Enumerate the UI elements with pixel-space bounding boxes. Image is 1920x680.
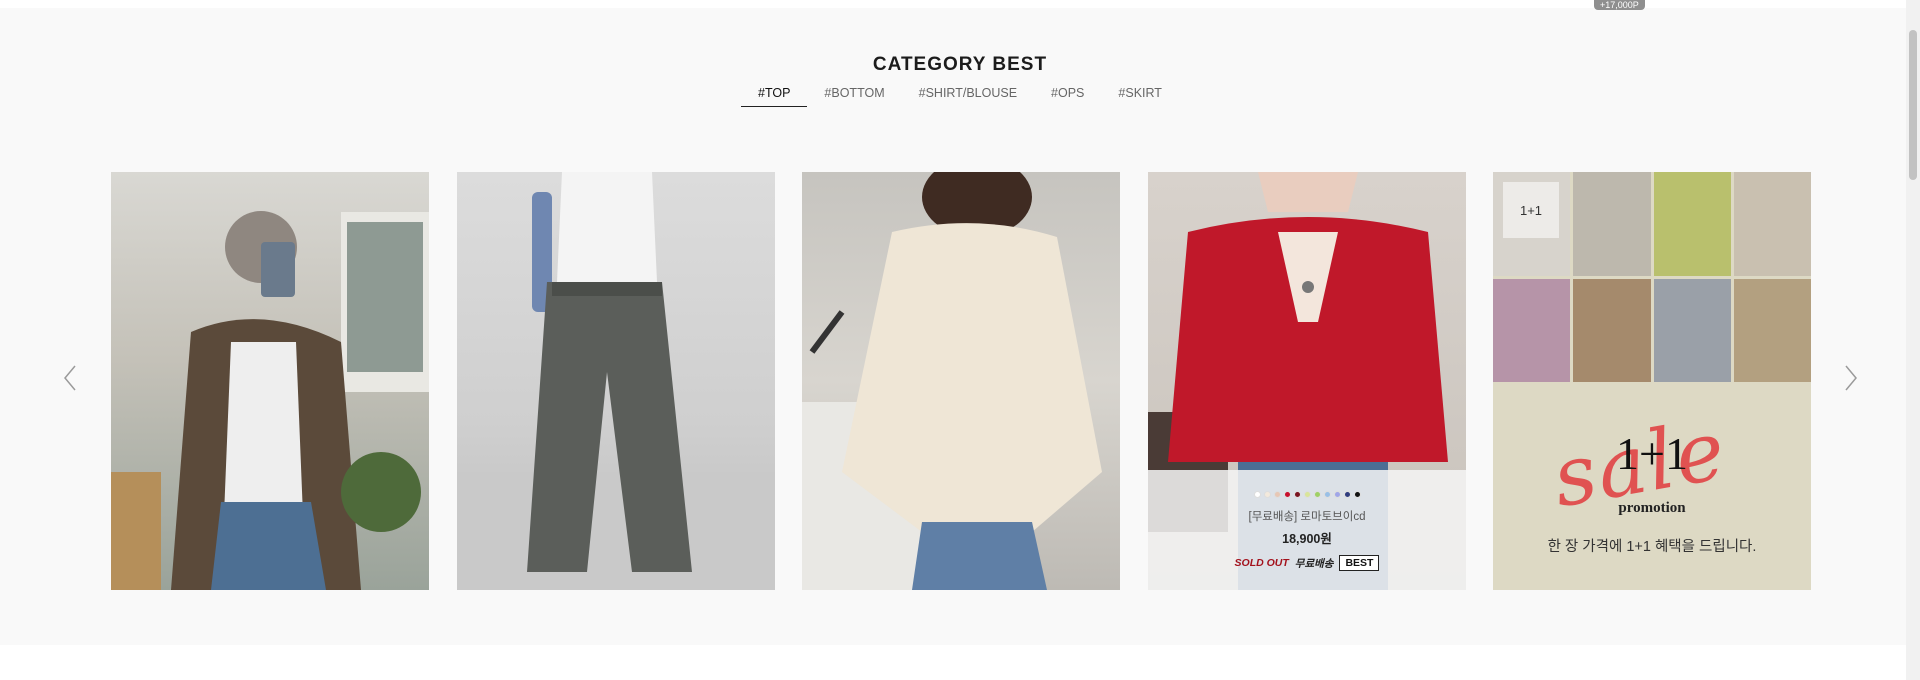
promotion-thumbnail-grid: 1+1 [1493,172,1811,382]
product-card-2[interactable] [457,172,775,590]
color-swatch[interactable] [1343,491,1351,498]
one-plus-one-tag: 1+1 [1503,182,1559,238]
promotion-subtitle: promotion [1618,500,1686,516]
carousel-next-button[interactable] [1843,363,1859,393]
product-card-1[interactable] [111,172,429,590]
chevron-right-icon [1845,365,1857,391]
promo-thumbnail [1653,278,1731,382]
tab-bottom[interactable]: #BOTTOM [807,84,901,106]
product-card-4[interactable]: [무료배송] 로마토브이cd 18,900원 SOLD OUT 무료배송 BES… [1148,172,1466,590]
color-swatch[interactable] [1303,491,1311,498]
section-title: CATEGORY BEST [872,54,1048,75]
tab-top[interactable]: #TOP [741,84,808,107]
tab-ops[interactable]: #OPS [1034,84,1101,106]
points-badge: +17,000P [1594,0,1645,10]
cable-knit-photo [802,172,1102,590]
scrollbar-thumb[interactable] [1909,30,1917,180]
product-name[interactable]: [무료배송] 로마토브이cd [1148,508,1466,524]
product-badges: SOLD OUT 무료배송 BEST [1148,555,1466,571]
color-swatch[interactable] [1333,491,1341,498]
promo-thumbnail [1733,278,1811,382]
color-swatch[interactable] [1313,491,1321,498]
product-card-3[interactable] [802,172,1120,590]
promo-thumbnail [1573,278,1651,382]
color-swatch[interactable] [1253,491,1261,498]
page-scrollbar[interactable] [1906,0,1920,680]
color-swatch[interactable] [1323,491,1331,498]
color-swatches [1148,491,1466,501]
carousel-prev-button[interactable] [62,363,78,393]
promo-thumbnail: 1+1 [1493,172,1571,276]
color-swatch[interactable] [1353,491,1361,498]
color-swatch[interactable] [1283,491,1291,498]
product-info-overlay: [무료배송] 로마토브이cd 18,900원 SOLD OUT 무료배송 BES… [1148,470,1466,590]
chevron-left-icon [64,365,76,391]
wide-pants-photo [457,172,775,590]
promotion-headline: 1+1 [1616,428,1688,479]
promo-thumbnail [1493,278,1571,382]
color-swatch[interactable] [1263,491,1271,498]
best-badge: BEST [1339,555,1380,571]
color-swatch[interactable] [1293,491,1301,498]
promo-thumbnail [1733,172,1811,276]
product-price: 18,900원 [1282,532,1332,546]
category-best-section: CATEGORY BEST #TOP #BOTTOM #SHIRT/BLOUSE… [0,8,1920,645]
promo-thumbnail [1573,172,1651,276]
plaid-shirt-photo [111,211,429,590]
free-shipping-badge: 무료배송 [1294,557,1334,570]
category-tabs: #TOP #BOTTOM #SHIRT/BLOUSE #OPS #SKIRT [741,84,1179,108]
tab-skirt[interactable]: #SKIRT [1101,84,1179,106]
color-swatch[interactable] [1273,491,1281,498]
sold-out-badge: SOLD OUT [1234,557,1289,569]
promotion-description: 한 장 가격에 1+1 혜택을 드립니다. [1547,539,1757,555]
promo-thumbnail [1653,172,1731,276]
tab-shirt-blouse[interactable]: #SHIRT/BLOUSE [902,84,1034,106]
promotion-banner[interactable]: 1+1 sale 1+1 promotion 한 장 가격에 1+1 혜택을 드… [1493,172,1811,590]
